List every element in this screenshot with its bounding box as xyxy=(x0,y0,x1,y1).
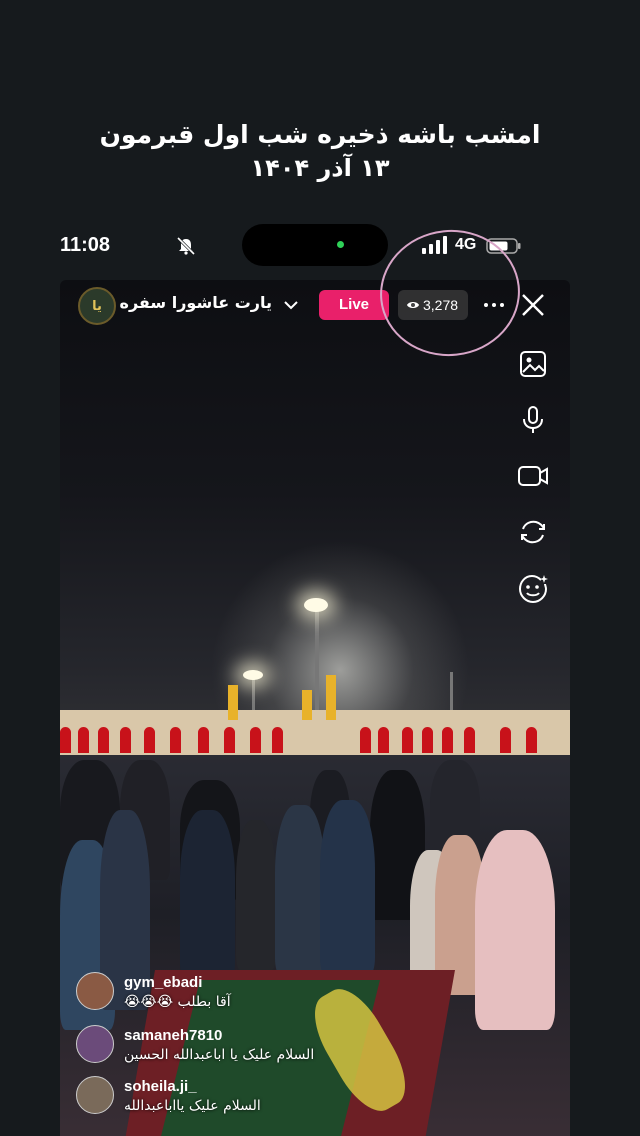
avatar-text: یا xyxy=(92,298,102,314)
light-pole xyxy=(315,610,319,720)
status-time: 11:08 xyxy=(60,234,111,256)
close-icon[interactable] xyxy=(520,292,546,318)
comment-item[interactable]: soheila.ji_ السلام علیک یااباعبدالله xyxy=(76,1076,376,1126)
live-badge: Live xyxy=(319,290,389,320)
comment-item[interactable]: gym_ebadi آقا بطلب 😭😭😭 xyxy=(76,972,376,1022)
minaret xyxy=(228,685,238,720)
comment-text: السلام علیک یا اباعبدالله الحسین xyxy=(124,1047,315,1063)
minaret xyxy=(326,675,336,720)
microphone-icon[interactable] xyxy=(517,404,549,436)
caption-line-1: امشب باشه ذخیره شب اول قبرمون xyxy=(99,120,541,149)
comment-username[interactable]: samaneh7810 xyxy=(124,1027,222,1044)
shrine-building xyxy=(60,710,570,760)
video-camera-icon[interactable] xyxy=(517,460,549,492)
face-effects-icon[interactable] xyxy=(517,573,549,605)
account-avatar[interactable]: یا xyxy=(78,287,116,325)
caption-line-2: ۱۳ آذر ۱۴۰۴ xyxy=(250,154,390,182)
chevron-down-icon[interactable] xyxy=(282,296,300,314)
bell-slash-icon xyxy=(176,237,196,255)
story-caption: امشب باشه ذخیره شب اول قبرمون ۱۳ آذر ۱۴۰… xyxy=(0,118,640,184)
comment-text: آقا بطلب 😭😭😭 xyxy=(124,994,231,1010)
comment-username[interactable]: soheila.ji_ xyxy=(124,1078,197,1095)
comment-avatar[interactable] xyxy=(76,972,114,1010)
camera-indicator-dot xyxy=(337,241,344,248)
minaret xyxy=(302,690,312,720)
flip-camera-icon[interactable] xyxy=(517,516,549,548)
street-lamp xyxy=(304,598,328,612)
dynamic-island xyxy=(242,224,388,266)
image-icon[interactable] xyxy=(517,348,549,380)
comment-avatar[interactable] xyxy=(76,1025,114,1063)
comment-item[interactable]: samaneh7810 السلام علیک یا اباعبدالله ال… xyxy=(76,1025,376,1075)
comment-avatar[interactable] xyxy=(76,1076,114,1114)
comment-text: السلام علیک یااباعبدالله xyxy=(124,1098,261,1114)
account-name[interactable]: یارت عاشورا سفره · xyxy=(120,293,272,319)
comment-username[interactable]: gym_ebadi xyxy=(124,974,202,991)
street-lamp xyxy=(243,670,263,680)
